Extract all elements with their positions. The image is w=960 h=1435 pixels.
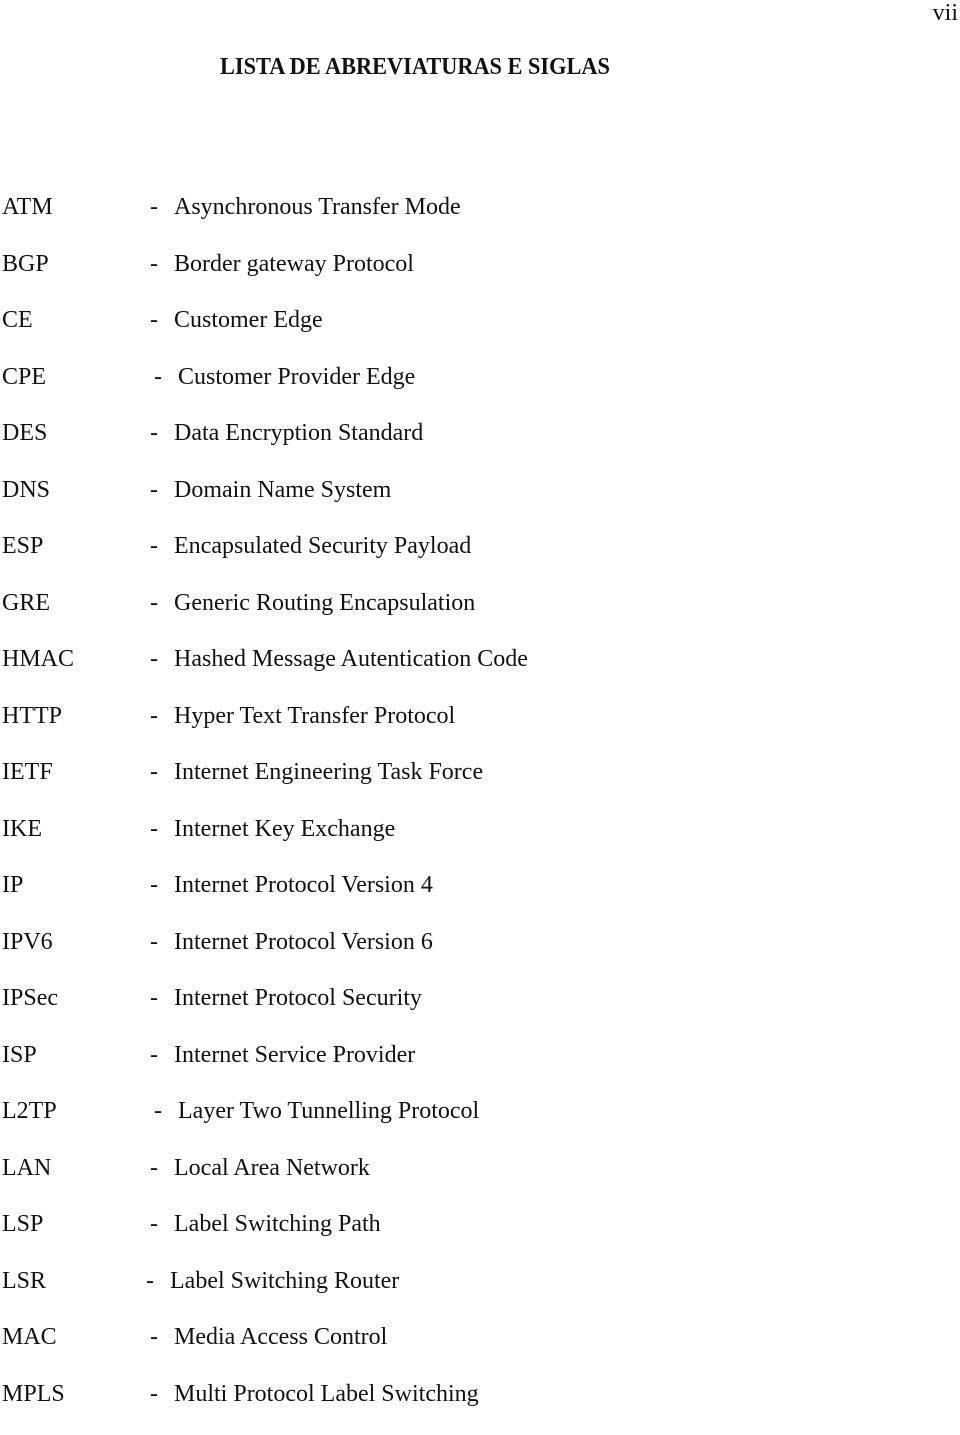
abbreviation-entry: L2TP -Layer Two Tunnelling Protocol [2,1096,902,1153]
separator-dash: - [150,305,158,335]
definition: Asynchronous Transfer Mode [174,192,461,222]
abbreviation-entry: IETF -Internet Engineering Task Force [2,757,902,814]
abbreviation: IPSec [2,983,58,1013]
definition: Customer Provider Edge [178,362,415,392]
abbreviation-entry: MPLS -Multi Protocol Label Switching [2,1379,902,1435]
separator-dash: - [150,757,158,787]
page-number: vii [933,0,958,26]
definition: Label Switching Router [170,1266,399,1296]
abbreviation: DNS [2,475,50,505]
separator-dash: - [150,927,158,957]
definition: Internet Service Provider [174,1040,415,1070]
separator-dash: - [150,701,158,731]
definition: Generic Routing Encapsulation [174,588,475,618]
abbreviation: CE [2,305,33,335]
separator-dash: - [154,1096,162,1126]
definition: Layer Two Tunnelling Protocol [178,1096,479,1126]
abbreviation-entry: ATM -Asynchronous Transfer Mode [2,192,902,249]
separator-dash: - [154,362,162,392]
separator-dash: - [150,1379,158,1409]
definition: Internet Protocol Version 6 [174,927,433,957]
abbreviation: GRE [2,588,50,618]
definition: Data Encryption Standard [174,418,423,448]
definition: Internet Protocol Security [174,983,422,1013]
abbreviation-entry: DNS -Domain Name System [2,475,902,532]
abbreviation: MPLS [2,1379,65,1409]
abbreviation-entry: LSP -Label Switching Path [2,1209,902,1266]
definition: Hashed Message Autentication Code [174,644,528,674]
abbreviation-entry: IPV6 -Internet Protocol Version 6 [2,927,902,984]
definition: Internet Engineering Task Force [174,757,483,787]
abbreviation: LAN [2,1153,51,1183]
definition: Customer Edge [174,305,323,335]
abbreviation: IP [2,870,23,900]
separator-dash: - [150,418,158,448]
abbreviation-entry: ESP -Encapsulated Security Payload [2,531,902,588]
abbreviation-entry: MAC -Media Access Control [2,1322,902,1379]
separator-dash: - [150,870,158,900]
abbreviation-entry: HTTP -Hyper Text Transfer Protocol [2,701,902,758]
separator-dash: - [150,475,158,505]
abbreviation-entry: LSR -Label Switching Router [2,1266,902,1323]
separator-dash: - [150,1209,158,1239]
separator-dash: - [150,1153,158,1183]
separator-dash: - [150,1322,158,1352]
definition: Domain Name System [174,475,391,505]
abbreviation-list: ATM-Asynchronous Transfer ModeBGP-Border… [2,192,902,1435]
abbreviation-entry: IKE -Internet Key Exchange [2,814,902,871]
definition: Local Area Network [174,1153,370,1183]
definition: Internet Protocol Version 4 [174,870,433,900]
abbreviation-entry: HMAC -Hashed Message Autentication Code [2,644,902,701]
abbreviation: IKE [2,814,42,844]
abbreviation: ATM [2,192,53,222]
separator-dash: - [150,531,158,561]
abbreviation-entry: LAN -Local Area Network [2,1153,902,1210]
abbreviation: CPE [2,362,46,392]
abbreviation-entry: GRE -Generic Routing Encapsulation [2,588,902,645]
definition: Multi Protocol Label Switching [174,1379,479,1409]
separator-dash: - [146,1266,154,1296]
abbreviation: BGP [2,249,49,279]
abbreviation: ESP [2,531,43,561]
abbreviation: LSP [2,1209,43,1239]
definition: Label Switching Path [174,1209,381,1239]
abbreviation-entry: BGP -Border gateway Protocol [2,249,902,306]
abbreviation: HTTP [2,701,62,731]
abbreviation: ISP [2,1040,37,1070]
abbreviation-entry: DES -Data Encryption Standard [2,418,902,475]
separator-dash: - [150,814,158,844]
separator-dash: - [150,983,158,1013]
separator-dash: - [150,588,158,618]
abbreviation: DES [2,418,47,448]
definition: Border gateway Protocol [174,249,414,279]
abbreviation: IETF [2,757,53,787]
separator-dash: - [150,249,158,279]
abbreviation: MAC [2,1322,57,1352]
abbreviation-entry: ISP -Internet Service Provider [2,1040,902,1097]
separator-dash: - [150,1040,158,1070]
abbreviation: L2TP [2,1096,57,1126]
page-title: LISTA DE ABREVIATURAS E SIGLAS [220,52,610,82]
definition: Media Access Control [174,1322,387,1352]
abbreviation-entry: CE -Customer Edge [2,305,902,362]
abbreviation: IPV6 [2,927,53,957]
separator-dash: - [150,192,158,222]
separator-dash: - [150,644,158,674]
abbreviation-entry: IP -Internet Protocol Version 4 [2,870,902,927]
definition: Internet Key Exchange [174,814,395,844]
abbreviation-entry: CPE -Customer Provider Edge [2,362,902,419]
abbreviation-entry: IPSec -Internet Protocol Security [2,983,902,1040]
definition: Encapsulated Security Payload [174,531,471,561]
definition: Hyper Text Transfer Protocol [174,701,455,731]
abbreviation: HMAC [2,644,74,674]
abbreviation: LSR [2,1266,46,1296]
